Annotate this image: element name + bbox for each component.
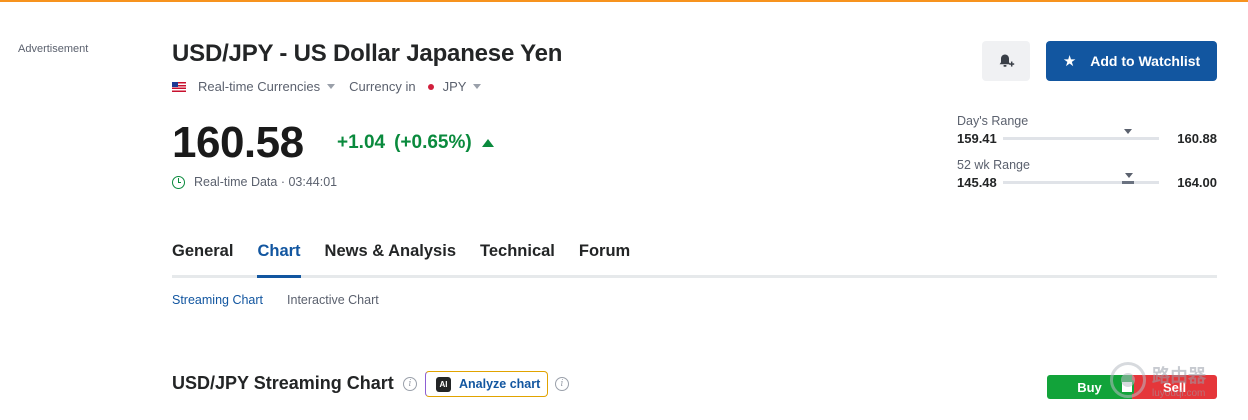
market-type-dropdown[interactable]: Real-time Currencies — [198, 79, 349, 94]
analyze-chart-button[interactable]: AI Analyze chart — [425, 371, 548, 397]
watchlist-button-label: Add to Watchlist — [1090, 53, 1201, 69]
week52-range-fill — [1121, 181, 1135, 184]
week52-range-marker — [1125, 173, 1134, 178]
clock-icon — [172, 175, 185, 189]
ai-icon: AI — [436, 376, 451, 392]
instrument-meta: Real-time Currencies Currency in JPY — [172, 79, 495, 94]
week52-range-high: 164.00 — [1177, 175, 1217, 190]
realtime-status: Real-time Data · 03:44:01 — [172, 175, 337, 189]
week52-range-bar — [1003, 173, 1159, 184]
change-value: +1.04 — [337, 132, 386, 153]
analyze-chart-label: Analyze chart — [459, 377, 541, 391]
watermark-icon — [1110, 362, 1146, 398]
streaming-chart-title: USD/JPY Streaming Chart — [172, 373, 394, 393]
main-tabs: General Chart News & Analysis Technical … — [172, 232, 1217, 278]
chart-subtabs: Streaming Chart Interactive Chart — [172, 293, 403, 307]
days-range: Day's Range 159.41 160.88 — [957, 114, 1217, 146]
star-icon: ★ — [1062, 53, 1077, 70]
chevron-down-icon — [327, 84, 336, 89]
change-percent: (+0.65%) — [394, 132, 472, 153]
jp-flag-icon — [427, 83, 434, 90]
days-range-marker — [1123, 129, 1132, 134]
create-alert-button[interactable] — [982, 41, 1030, 81]
currency-label: Currency in — [349, 79, 416, 94]
days-range-high: 160.88 — [1177, 131, 1217, 146]
arrow-up-icon — [481, 139, 494, 147]
watermark-logo: 路由器 luyouqi.com — [1110, 355, 1240, 405]
tab-technical[interactable]: Technical — [480, 232, 555, 275]
week52-range: 52 wk Range 145.48 164.00 — [957, 158, 1217, 190]
chevron-down-icon — [473, 84, 482, 89]
tab-news-analysis[interactable]: News & Analysis — [325, 232, 456, 275]
currency-code: JPY — [442, 79, 467, 94]
tab-chart[interactable]: Chart — [257, 232, 301, 278]
bell-plus-icon — [999, 54, 1015, 67]
last-price: 160.58 — [172, 118, 304, 167]
tab-forum[interactable]: Forum — [579, 232, 630, 275]
week52-range-label: 52 wk Range — [957, 158, 1030, 172]
market-type-label: Real-time Currencies — [198, 79, 321, 94]
days-range-bar — [1003, 129, 1159, 140]
realtime-data-label: Real-time Data · 03:44:01 — [194, 175, 338, 189]
page-title: USD/JPY - US Dollar Japanese Yen — [172, 40, 563, 67]
subtab-interactive-chart[interactable]: Interactive Chart — [287, 293, 379, 307]
watermark-subtitle: luyouqi.com — [1152, 387, 1206, 399]
days-range-label: Day's Range — [957, 114, 1029, 128]
info-icon[interactable]: i — [403, 377, 417, 391]
currency-dropdown[interactable]: JPY — [443, 79, 496, 94]
add-to-watchlist-button[interactable]: ★ Add to Watchlist — [1046, 41, 1217, 81]
advertisement-label: Advertisement — [18, 43, 89, 55]
top-accent-bar — [0, 0, 1248, 2]
watermark-title: 路由器 — [1152, 365, 1206, 386]
subtab-streaming-chart[interactable]: Streaming Chart — [172, 293, 263, 307]
price-change: +1.04 (+0.65%) — [337, 132, 494, 154]
days-range-low: 159.41 — [957, 131, 997, 146]
info-icon[interactable]: i — [555, 377, 569, 391]
tab-general[interactable]: General — [172, 232, 233, 275]
us-flag-icon — [172, 81, 186, 92]
week52-range-low: 145.48 — [957, 175, 997, 190]
